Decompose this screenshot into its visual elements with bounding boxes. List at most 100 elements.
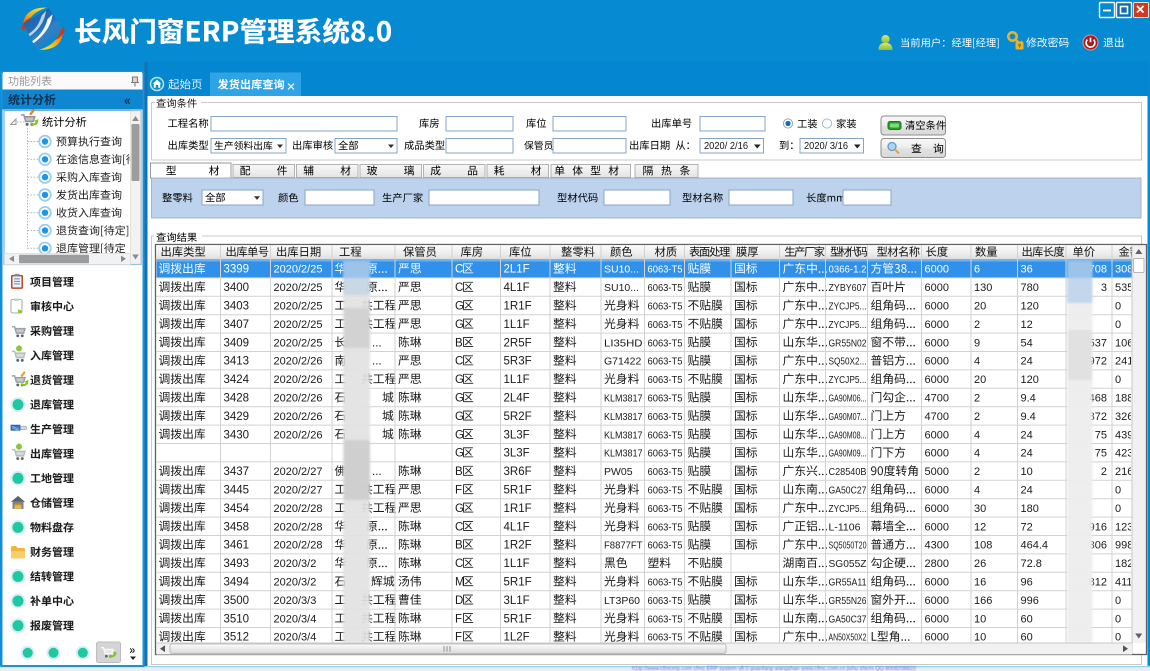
svg-text:75: 75: [1095, 448, 1107, 460]
svg-text:C: C: [455, 356, 463, 368]
svg-text:2: 2: [974, 319, 980, 331]
svg-text:24: 24: [1021, 485, 1033, 497]
svg-text:0: 0: [1115, 485, 1121, 497]
svg-text:6063-T5: 6063-T5: [648, 595, 683, 607]
svg-text:6063-T5: 6063-T5: [648, 577, 683, 589]
svg-text:60: 60: [1021, 613, 1033, 625]
svg-text:B: B: [455, 337, 463, 349]
svg-text:4700: 4700: [925, 411, 949, 423]
svg-text:2020/2/26: 2020/2/26: [274, 429, 323, 441]
svg-text:6063-T5: 6063-T5: [648, 301, 683, 313]
svg-text:ZYCJP5...: ZYCJP5...: [829, 503, 867, 515]
svg-text:3: 3: [1101, 282, 1107, 294]
svg-text:6063-T5: 6063-T5: [648, 448, 683, 460]
svg-text:G: G: [455, 319, 464, 331]
svg-text:2: 2: [974, 393, 980, 405]
svg-text:6000: 6000: [925, 521, 949, 533]
svg-text:54: 54: [1021, 337, 1033, 349]
svg-text:4: 4: [974, 356, 980, 368]
svg-text:439: 439: [1115, 429, 1133, 441]
svg-text:0: 0: [1115, 595, 1121, 607]
svg-text:GA90M06...: GA90M06...: [829, 393, 867, 405]
svg-text:120: 120: [1021, 374, 1039, 386]
svg-text:423: 423: [1115, 448, 1133, 460]
svg-text:3399: 3399: [224, 264, 250, 276]
svg-text:h1tp://www.cfmcerp.com cfmc ER: h1tp://www.cfmcerp.com cfmc ERP system v…: [632, 666, 916, 671]
svg-text:996: 996: [1021, 595, 1039, 607]
svg-text:3413: 3413: [224, 356, 250, 368]
svg-text:G: G: [455, 411, 464, 423]
svg-text:120: 120: [1021, 301, 1039, 313]
svg-text:998: 998: [1115, 540, 1133, 552]
svg-text:6000: 6000: [925, 282, 949, 294]
svg-text:3R6F: 3R6F: [504, 466, 532, 478]
svg-text:KLM3817: KLM3817: [604, 393, 643, 405]
svg-text:F8877FT: F8877FT: [604, 540, 643, 552]
svg-text:123: 123: [1115, 521, 1133, 533]
svg-text:10: 10: [974, 632, 986, 644]
svg-text:3400: 3400: [224, 282, 250, 294]
svg-text:SG055Z: SG055Z: [829, 558, 868, 570]
svg-text:12: 12: [974, 521, 986, 533]
svg-text:6000: 6000: [925, 356, 949, 368]
svg-text:3510: 3510: [224, 613, 250, 625]
svg-text:75: 75: [1095, 429, 1107, 441]
svg-text:3L3F: 3L3F: [504, 448, 530, 460]
svg-text:6063-T5: 6063-T5: [648, 411, 683, 423]
svg-text:2020/2/25: 2020/2/25: [274, 264, 323, 276]
svg-text:1L1F: 1L1F: [504, 319, 530, 331]
svg-text:...: ...: [372, 466, 382, 478]
svg-text:6063-T5: 6063-T5: [648, 540, 683, 552]
svg-text:106: 106: [1115, 337, 1133, 349]
svg-text:2020/2/26: 2020/2/26: [274, 393, 323, 405]
svg-text:72.8: 72.8: [1021, 558, 1042, 570]
svg-text:SU10...: SU10...: [604, 264, 639, 276]
svg-text:KLM3817: KLM3817: [604, 429, 643, 441]
svg-text:2020/3/3: 2020/3/3: [274, 595, 317, 607]
svg-text:F: F: [455, 632, 462, 644]
svg-text:6063-T5: 6063-T5: [648, 282, 683, 294]
svg-text:2020/2/25: 2020/2/25: [274, 301, 323, 313]
svg-text:2020/2/26: 2020/2/26: [274, 374, 323, 386]
svg-text:SQ50X2...: SQ50X2...: [829, 356, 867, 368]
svg-text:3409: 3409: [224, 337, 250, 349]
svg-text:0: 0: [1115, 613, 1121, 625]
svg-text:20: 20: [974, 301, 986, 313]
svg-text:6000: 6000: [925, 301, 949, 313]
svg-text:6000: 6000: [925, 613, 949, 625]
svg-text:2020/2/25: 2020/2/25: [274, 319, 323, 331]
svg-text:6063-T5: 6063-T5: [648, 466, 683, 478]
svg-text:2020/2/27: 2020/2/27: [274, 466, 323, 478]
svg-text:6063-T5: 6063-T5: [648, 613, 683, 625]
svg-text:2R5F: 2R5F: [504, 337, 532, 349]
svg-text:0: 0: [1115, 374, 1121, 386]
svg-text:4: 4: [974, 448, 980, 460]
svg-text:10: 10: [1021, 466, 1033, 478]
svg-text:AN50X50X2: AN50X50X2: [829, 632, 867, 644]
svg-text:1R1F: 1R1F: [504, 503, 532, 515]
svg-text:72: 72: [1021, 521, 1033, 533]
svg-text:6000: 6000: [925, 429, 949, 441]
svg-text:L-1106: L-1106: [829, 521, 861, 533]
svg-text:6063-T5: 6063-T5: [648, 393, 683, 405]
svg-text:60: 60: [1021, 632, 1033, 644]
svg-text:6000: 6000: [925, 503, 949, 515]
svg-text:PW05: PW05: [604, 466, 633, 478]
svg-text:3500: 3500: [224, 595, 250, 607]
svg-text:2: 2: [974, 466, 980, 478]
svg-text:GR55N26: GR55N26: [829, 595, 867, 607]
svg-text:2020/2/28: 2020/2/28: [274, 503, 323, 515]
svg-text:6063-T5: 6063-T5: [648, 485, 683, 497]
svg-text:9.4: 9.4: [1021, 411, 1036, 423]
svg-text:6000: 6000: [925, 337, 949, 349]
svg-text:308: 308: [1115, 264, 1133, 276]
svg-text:5R1F: 5R1F: [504, 577, 532, 589]
svg-text:4: 4: [974, 485, 980, 497]
svg-text:3424: 3424: [224, 374, 250, 386]
svg-text:3494: 3494: [224, 577, 250, 589]
svg-text:GR55N02: GR55N02: [829, 337, 867, 349]
svg-text:6000: 6000: [925, 264, 949, 276]
svg-text:2: 2: [974, 411, 980, 423]
svg-text:6063-T5: 6063-T5: [648, 337, 683, 349]
svg-text:535: 535: [1115, 282, 1133, 294]
